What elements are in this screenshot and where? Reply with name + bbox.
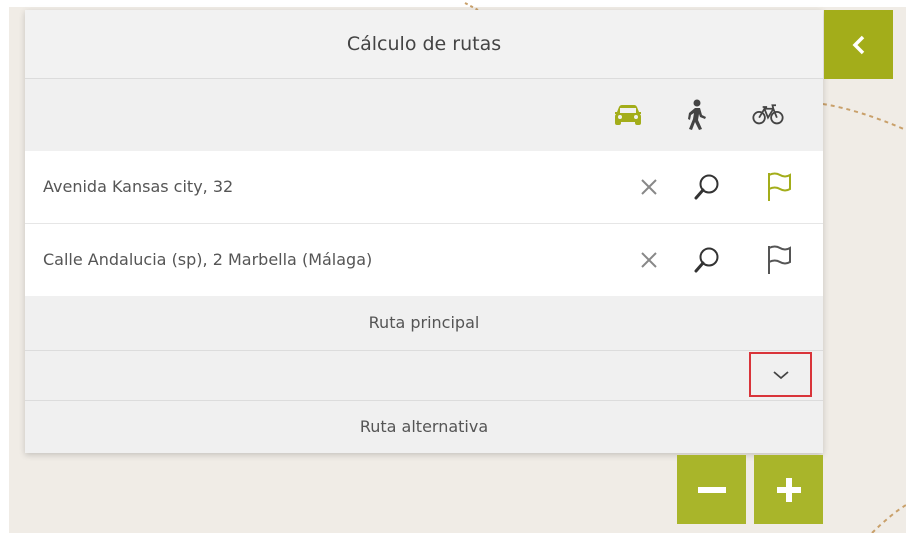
chevron-down-icon [772, 370, 789, 379]
chevron-left-icon [852, 35, 864, 54]
origin-row [25, 151, 823, 224]
map-road-dashed [822, 103, 906, 131]
panel-title: Cálculo de rutas [25, 10, 823, 79]
search-icon [694, 247, 719, 273]
car-mode-button[interactable] [612, 99, 644, 131]
bike-mode-button[interactable] [752, 99, 784, 131]
destination-row [25, 224, 823, 296]
zoom-in-button[interactable] [754, 455, 823, 524]
collapse-panel-button[interactable] [824, 10, 893, 79]
plus-icon [776, 477, 801, 502]
bicycle-icon [752, 104, 784, 125]
map-road-dashed [871, 504, 906, 533]
zoom-out-button[interactable] [677, 455, 746, 524]
search-origin-button[interactable] [691, 171, 723, 203]
origin-flag-button[interactable] [763, 171, 795, 203]
close-icon [641, 252, 657, 268]
destination-input[interactable] [43, 224, 603, 296]
origin-input[interactable] [43, 151, 603, 223]
walking-person-icon [688, 99, 706, 130]
walk-mode-button[interactable] [680, 99, 712, 131]
map-road-dashed [464, 2, 479, 11]
destination-flag-button[interactable] [763, 244, 795, 276]
search-destination-button[interactable] [691, 244, 723, 276]
search-icon [694, 174, 719, 200]
clear-destination-button[interactable] [633, 244, 665, 276]
main-route-button[interactable]: Ruta principal [25, 296, 823, 351]
car-icon [615, 105, 641, 125]
flag-icon [768, 245, 791, 274]
expand-route-button[interactable] [749, 352, 812, 397]
flag-icon [768, 172, 791, 201]
close-icon [641, 179, 657, 195]
alternative-route-button[interactable]: Ruta alternativa [25, 401, 823, 453]
route-details-row [25, 351, 823, 401]
clear-origin-button[interactable] [633, 171, 665, 203]
route-calculator-panel: Cálculo de rutas Avenida Kansas city, 32… [25, 10, 823, 453]
transport-modes [25, 79, 823, 151]
minus-icon [697, 486, 726, 493]
